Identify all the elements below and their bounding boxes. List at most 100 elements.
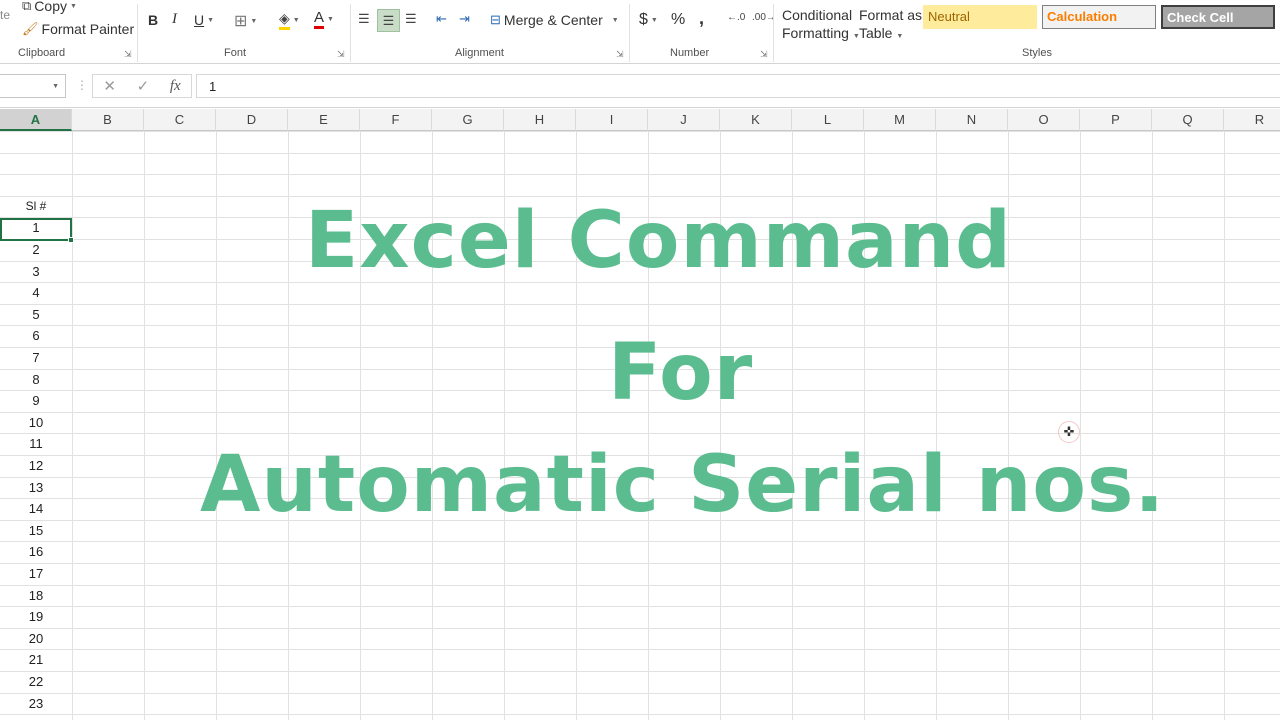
cell-serial[interactable]: 15 xyxy=(0,520,72,542)
borders-button[interactable]: ⊞ ▼ xyxy=(234,11,257,31)
decrease-indent-button[interactable]: ⇤ xyxy=(436,11,447,27)
grid-vline xyxy=(1224,131,1225,720)
grid-vline xyxy=(144,131,145,720)
outdent-icon: ⇤ xyxy=(436,11,447,26)
chevron-down-icon[interactable]: ▼ xyxy=(52,83,59,90)
cell-serial[interactable]: 8 xyxy=(0,369,72,391)
neutral-style[interactable]: Neutral xyxy=(923,5,1037,29)
cell-serial[interactable]: 7 xyxy=(0,347,72,369)
column-header-g[interactable]: G xyxy=(432,109,504,131)
increase-decimal-button[interactable]: ←.0 xyxy=(727,12,745,23)
calculation-style[interactable]: Calculation xyxy=(1042,5,1156,29)
cell-serial[interactable]: 14 xyxy=(0,498,72,520)
table-label: Table xyxy=(859,25,893,41)
column-header-e[interactable]: E xyxy=(288,109,360,131)
column-header-o[interactable]: O xyxy=(1008,109,1080,131)
cell-serial[interactable]: 4 xyxy=(0,282,72,304)
column-header-i[interactable]: I xyxy=(576,109,648,131)
grid-vline xyxy=(1152,131,1153,720)
grid-hline xyxy=(0,671,1280,672)
formula-input[interactable]: 1 xyxy=(196,74,1280,98)
cell-serial[interactable]: 9 xyxy=(0,390,72,412)
format-painter-label: Format Painter xyxy=(41,21,135,37)
cell-serial[interactable]: 19 xyxy=(0,606,72,628)
resize-handle-icon[interactable]: ⋮ xyxy=(76,78,88,92)
cell-serial[interactable]: 22 xyxy=(0,671,72,693)
copy-icon: ⧉ xyxy=(22,0,32,13)
grid-hline xyxy=(0,627,1280,629)
bold-button[interactable]: B xyxy=(148,12,158,28)
percent-button[interactable]: % xyxy=(671,11,685,29)
group-divider xyxy=(629,4,630,62)
align-center-button[interactable]: ☰ xyxy=(377,9,400,32)
cell-serial[interactable]: 10 xyxy=(0,412,72,434)
enter-icon[interactable]: ✓ xyxy=(137,77,150,95)
cell-serial[interactable]: 12 xyxy=(0,455,72,477)
grid-hline xyxy=(0,649,1280,651)
cell-serial[interactable]: 18 xyxy=(0,585,72,607)
copy-button[interactable]: ⧉ Copy ▼ xyxy=(22,0,77,14)
column-header-d[interactable]: D xyxy=(216,109,288,131)
font-color-button[interactable]: A ▼ xyxy=(314,9,334,29)
column-header-n[interactable]: N xyxy=(936,109,1008,131)
cell-serial[interactable]: 21 xyxy=(0,649,72,671)
align-center-icon: ☰ xyxy=(382,12,395,28)
cell-serial[interactable]: 23 xyxy=(0,693,72,715)
check-cell-style[interactable]: Check Cell xyxy=(1161,5,1275,29)
cell-serial[interactable]: 2 xyxy=(0,239,72,261)
column-header-c[interactable]: C xyxy=(144,109,216,131)
grid-vline xyxy=(288,131,289,720)
column-header-r[interactable]: R xyxy=(1224,109,1280,131)
fill-color-button[interactable]: ◈ ▼ xyxy=(279,10,300,30)
column-header-a[interactable]: A xyxy=(0,109,72,131)
align-left-button[interactable]: ☰ xyxy=(358,11,370,27)
column-header-m[interactable]: M xyxy=(864,109,936,131)
cell-header-sl[interactable]: Sl # xyxy=(0,196,72,218)
column-header-k[interactable]: K xyxy=(720,109,792,131)
merge-center-label: Merge & Center xyxy=(503,12,603,28)
dialog-launcher-icon[interactable]: ⇲ xyxy=(616,49,624,60)
cell-serial[interactable]: 5 xyxy=(0,304,72,326)
alignment-group-label: Alignment xyxy=(455,47,504,59)
cell-serial[interactable]: 16 xyxy=(0,541,72,563)
conditional-formatting-button[interactable]: Conditional Formatting ▼ xyxy=(782,7,860,41)
column-header-j[interactable]: J xyxy=(648,109,720,131)
fill-handle[interactable] xyxy=(68,237,74,243)
comma-style-button[interactable]: , xyxy=(699,8,704,29)
cell-serial[interactable]: 6 xyxy=(0,325,72,347)
dialog-launcher-icon[interactable]: ⇲ xyxy=(760,49,768,60)
column-header-f[interactable]: F xyxy=(360,109,432,131)
column-header-b[interactable]: B xyxy=(72,109,144,131)
column-header-l[interactable]: L xyxy=(792,109,864,131)
insert-function-icon[interactable]: fx xyxy=(170,78,181,95)
cursor-icon: ✜ xyxy=(1058,421,1080,443)
chevron-down-icon: ▼ xyxy=(292,16,300,24)
dialog-launcher-icon[interactable]: ⇲ xyxy=(124,49,132,60)
cell-serial[interactable]: 17 xyxy=(0,563,72,585)
underline-button[interactable]: U ▼ xyxy=(194,12,214,28)
format-as-table-button[interactable]: Format as Table ▼ xyxy=(859,7,922,41)
align-right-button[interactable]: ☰ xyxy=(405,11,417,27)
align-right-icon: ☰ xyxy=(405,11,417,26)
name-box[interactable]: ▼ xyxy=(0,74,66,98)
format-painter-button[interactable]: 🖌 Format Painter xyxy=(22,21,134,37)
paste-button[interactable]: te xyxy=(0,8,10,22)
cancel-icon[interactable]: ✕ xyxy=(103,77,116,95)
cell-serial[interactable]: 3 xyxy=(0,261,72,283)
cell-serial[interactable]: 20 xyxy=(0,628,72,650)
indent-icon: ⇥ xyxy=(459,11,470,26)
column-header-q[interactable]: Q xyxy=(1152,109,1224,131)
currency-button[interactable]: $ ▼ xyxy=(639,11,658,29)
merge-center-button[interactable]: ⊟ Merge & Center ▼ xyxy=(490,12,619,28)
chevron-down-icon: ▼ xyxy=(611,16,619,24)
cell-serial[interactable]: 13 xyxy=(0,477,72,499)
increase-indent-button[interactable]: ⇥ xyxy=(459,11,470,27)
column-header-p[interactable]: P xyxy=(1080,109,1152,131)
italic-button[interactable]: I xyxy=(172,11,177,28)
dialog-launcher-icon[interactable]: ⇲ xyxy=(337,49,345,60)
column-header-h[interactable]: H xyxy=(504,109,576,131)
font-color-label: A xyxy=(314,9,325,29)
chevron-down-icon: ▼ xyxy=(896,33,904,40)
title-line-1: Excel Command xyxy=(305,196,1013,286)
cell-serial[interactable]: 11 xyxy=(0,433,72,455)
